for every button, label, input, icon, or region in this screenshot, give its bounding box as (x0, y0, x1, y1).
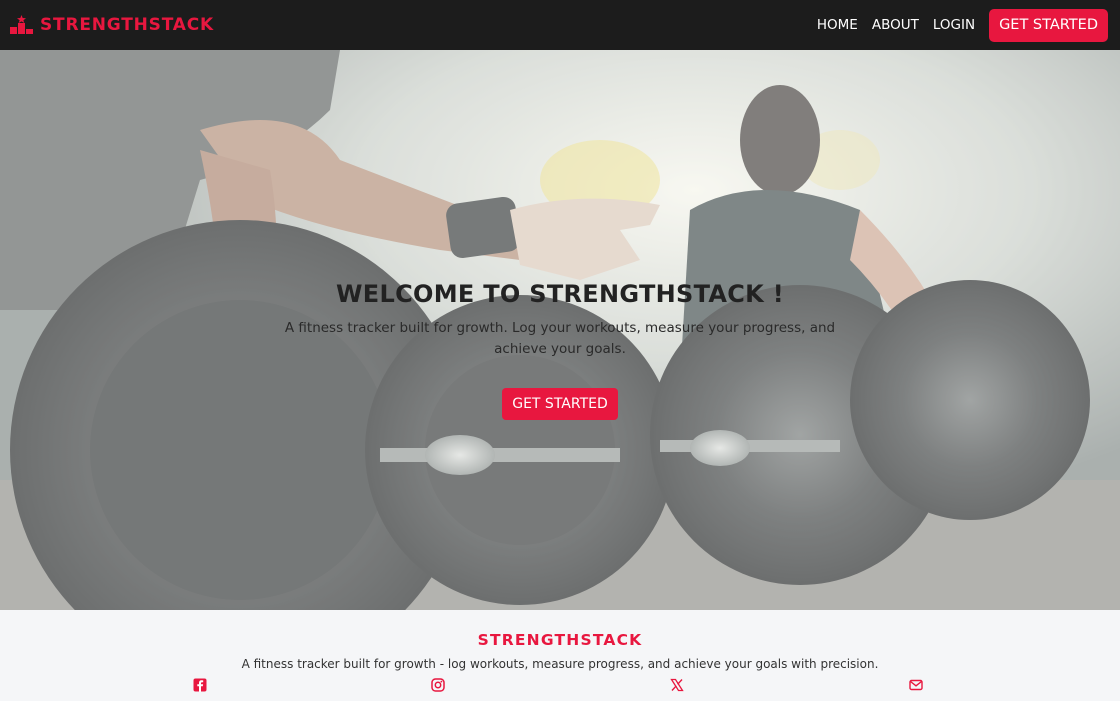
hero-section: WELCOME TO STRENGTHSTACK ! A fitness tra… (0, 50, 1120, 610)
hero-title: WELCOME TO STRENGTHSTACK ! (336, 280, 784, 308)
hero-content: WELCOME TO STRENGTHSTACK ! A fitness tra… (0, 280, 1120, 420)
footer-description: A fitness tracker built for growth - log… (241, 657, 879, 671)
nav-login-link[interactable]: LOGIN (933, 17, 975, 33)
x-icon[interactable] (670, 678, 684, 692)
email-icon[interactable] (909, 678, 923, 692)
footer-brand: STRENGTHSTACK (477, 631, 643, 649)
brand-name: STRENGTHSTACK (40, 15, 214, 35)
facebook-icon[interactable] (193, 678, 207, 692)
footer: STRENGTHSTACK A fitness tracker built fo… (0, 610, 1120, 701)
nav-home-link[interactable]: HOME (817, 17, 858, 33)
hero-subtitle: A fitness tracker built for growth. Log … (284, 320, 836, 357)
instagram-icon[interactable] (431, 678, 445, 692)
podium-icon (10, 15, 33, 34)
nav-get-started-button[interactable]: GET STARTED (989, 8, 1108, 42)
hero-get-started-button[interactable]: GET STARTED (502, 388, 618, 420)
nav-links: HOME ABOUT LOGIN GET STARTED (817, 8, 1108, 42)
brand-logo[interactable]: STRENGTHSTACK (10, 15, 214, 35)
social-links (0, 678, 1120, 694)
navbar: STRENGTHSTACK HOME ABOUT LOGIN GET START… (0, 0, 1120, 50)
nav-about-link[interactable]: ABOUT (872, 17, 919, 33)
